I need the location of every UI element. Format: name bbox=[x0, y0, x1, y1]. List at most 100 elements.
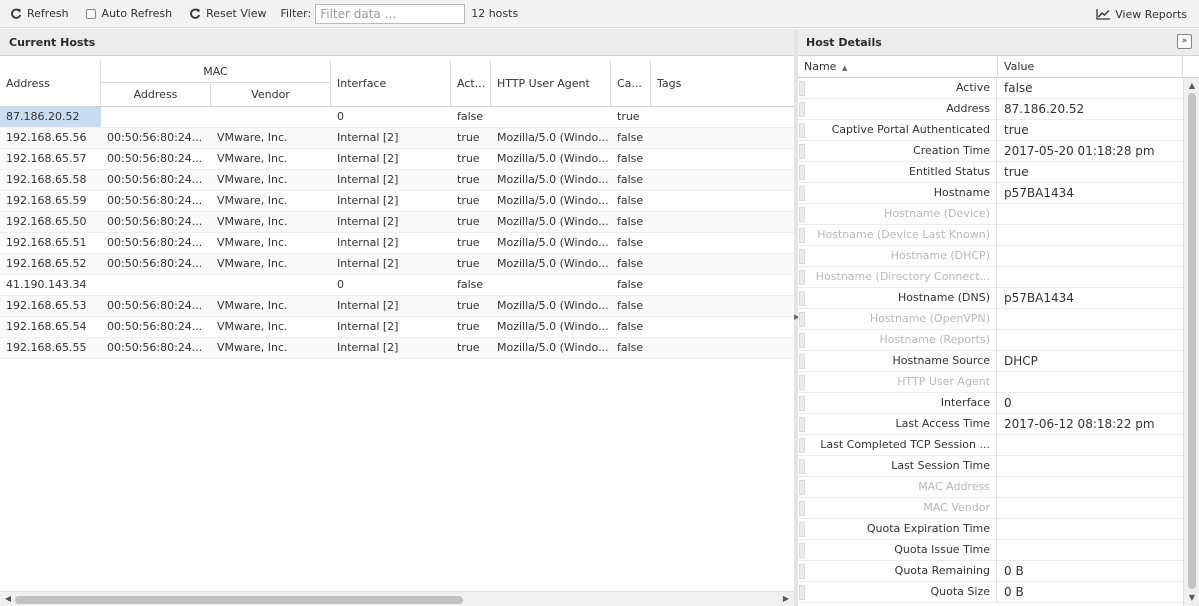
auto-refresh-checkbox[interactable] bbox=[85, 8, 96, 19]
property-row[interactable]: Hostname (Device Last Known) bbox=[798, 225, 1183, 246]
table-row[interactable]: 192.168.65.57 00:50:56:80:24... VMware, In… bbox=[0, 149, 794, 170]
table-row[interactable]: 41.190.143.34 0 false false bbox=[0, 275, 794, 296]
property-row[interactable]: Active false bbox=[798, 78, 1183, 99]
property-row[interactable]: Quota Issue Time bbox=[798, 540, 1183, 561]
property-name: Hostname (Reports) bbox=[806, 330, 997, 350]
row-marker bbox=[799, 417, 805, 432]
view-reports-label: View Reports bbox=[1115, 7, 1187, 21]
property-row[interactable]: MAC Address bbox=[798, 477, 1183, 498]
property-row[interactable]: Last Access Time 2017-06-12 08:18:22 pm bbox=[798, 414, 1183, 435]
row-marker bbox=[799, 312, 805, 327]
horizontal-scrollbar[interactable]: ◀ ▶ bbox=[0, 591, 794, 606]
property-row[interactable]: Entitled Status true bbox=[798, 162, 1183, 183]
horizontal-scroll-thumb[interactable] bbox=[15, 596, 463, 604]
property-row[interactable]: Hostname (Directory Connect... bbox=[798, 267, 1183, 288]
property-row[interactable]: HTTP User Agent bbox=[798, 372, 1183, 393]
refresh-icon bbox=[9, 7, 23, 21]
col-mac-address[interactable]: Address bbox=[101, 83, 211, 106]
property-row[interactable]: Last Session Time bbox=[798, 456, 1183, 477]
current-hosts-panel: Current Hosts Address MAC Address Vendor… bbox=[0, 29, 794, 606]
cell-agent: Mozilla/5.0 (Windo... bbox=[497, 257, 609, 270]
col-http-user-agent[interactable]: HTTP User Agent bbox=[491, 60, 611, 106]
scroll-up-icon[interactable]: ▲ bbox=[1186, 80, 1198, 92]
cell-address: 87.186.20.52 bbox=[0, 107, 101, 127]
property-row[interactable]: Quota Size 0 B bbox=[798, 582, 1183, 603]
vertical-scroll-thumb[interactable] bbox=[1188, 93, 1196, 589]
table-row[interactable]: 192.168.65.53 00:50:56:80:24... VMware, In… bbox=[0, 296, 794, 317]
table-row[interactable]: 192.168.65.59 00:50:56:80:24... VMware, In… bbox=[0, 191, 794, 212]
row-marker bbox=[799, 396, 805, 411]
table-row[interactable]: 192.168.65.56 00:50:56:80:24... VMware, In… bbox=[0, 128, 794, 149]
cell-captive: false bbox=[617, 131, 644, 144]
scroll-right-icon[interactable]: ▶ bbox=[780, 593, 792, 605]
property-row[interactable]: MAC Vendor bbox=[798, 498, 1183, 519]
property-row[interactable]: Hostname (DNS) p57BA1434 bbox=[798, 288, 1183, 309]
cell-address: 192.168.65.53 bbox=[6, 299, 87, 312]
property-name: Interface bbox=[806, 393, 997, 413]
col-value[interactable]: Value bbox=[998, 56, 1183, 77]
cell-agent: Mozilla/5.0 (Windo... bbox=[497, 341, 609, 354]
col-tags[interactable]: Tags bbox=[651, 60, 794, 106]
table-row[interactable]: 192.168.65.52 00:50:56:80:24... VMware, In… bbox=[0, 254, 794, 275]
double-chevron-right-icon: » bbox=[1181, 36, 1188, 46]
cell-active: true bbox=[457, 152, 480, 165]
col-captive[interactable]: Ca... bbox=[611, 60, 651, 106]
col-active[interactable]: Act... bbox=[451, 60, 491, 106]
property-row[interactable]: Last Completed TCP Session ... bbox=[798, 435, 1183, 456]
property-row[interactable]: Quota Remaining 0 B bbox=[798, 561, 1183, 582]
cell-captive: false bbox=[617, 278, 644, 291]
property-row[interactable]: Address 87.186.20.52 bbox=[798, 99, 1183, 120]
col-name-label: Name bbox=[804, 60, 837, 73]
col-name[interactable]: Name ▲ bbox=[798, 56, 998, 77]
cell-interface: Internal [2] bbox=[337, 257, 399, 270]
property-row[interactable]: Quota Expiration Time bbox=[798, 519, 1183, 540]
cell-vendor bbox=[211, 275, 331, 295]
filter-input[interactable] bbox=[315, 3, 466, 24]
view-reports-button[interactable]: View Reports bbox=[1095, 0, 1187, 28]
property-name: MAC Address bbox=[806, 477, 997, 497]
table-row[interactable]: 87.186.20.52 0 false true bbox=[0, 107, 794, 128]
property-row[interactable]: Hostname (DHCP) bbox=[798, 246, 1183, 267]
property-row[interactable]: Captive Portal Authenticated true bbox=[798, 120, 1183, 141]
table-row[interactable]: 192.168.65.51 00:50:56:80:24... VMware, In… bbox=[0, 233, 794, 254]
property-row[interactable]: Hostname Source DHCP bbox=[798, 351, 1183, 372]
col-mac-vendor[interactable]: Vendor bbox=[211, 83, 331, 106]
property-row[interactable]: Hostname (OpenVPN) bbox=[798, 309, 1183, 330]
cell-agent: Mozilla/5.0 (Windo... bbox=[497, 194, 609, 207]
cell-mac: 00:50:56:80:24... bbox=[107, 131, 203, 144]
col-interface[interactable]: Interface bbox=[331, 60, 451, 106]
scroll-down-icon[interactable]: ▼ bbox=[1186, 592, 1198, 604]
scroll-left-icon[interactable]: ◀ bbox=[2, 593, 14, 605]
table-row[interactable]: 192.168.65.55 00:50:56:80:24... VMware, In… bbox=[0, 338, 794, 359]
cell-interface: Internal [2] bbox=[337, 341, 399, 354]
property-value: true bbox=[1004, 165, 1029, 179]
cell-agent bbox=[491, 107, 611, 127]
vertical-scrollbar[interactable]: ▲ ▼ bbox=[1183, 78, 1199, 606]
property-row[interactable]: Hostname (Reports) bbox=[798, 330, 1183, 351]
refresh-button[interactable]: Refresh bbox=[9, 0, 69, 28]
filter-label: Filter: bbox=[280, 7, 312, 20]
reset-view-button[interactable]: Reset View bbox=[188, 0, 266, 28]
table-row[interactable]: 192.168.65.58 00:50:56:80:24... VMware, In… bbox=[0, 170, 794, 191]
property-row[interactable]: Hostname p57BA1434 bbox=[798, 183, 1183, 204]
cell-mac: 00:50:56:80:24... bbox=[107, 152, 203, 165]
cell-active: true bbox=[457, 257, 480, 270]
property-row[interactable]: Interface 0 bbox=[798, 393, 1183, 414]
row-marker bbox=[799, 480, 805, 495]
property-row[interactable]: Hostname (Device) bbox=[798, 204, 1183, 225]
cell-interface: 0 bbox=[337, 110, 344, 123]
row-marker bbox=[799, 522, 805, 537]
cell-mac: 00:50:56:80:24... bbox=[107, 320, 203, 333]
table-row[interactable]: 192.168.65.54 00:50:56:80:24... VMware, In… bbox=[0, 317, 794, 338]
property-name: Address bbox=[806, 99, 997, 119]
property-row[interactable]: Creation Time 2017-05-20 01:18:28 pm bbox=[798, 141, 1183, 162]
table-row[interactable]: 192.168.65.50 00:50:56:80:24... VMware, In… bbox=[0, 212, 794, 233]
auto-refresh-toggle[interactable]: Auto Refresh bbox=[85, 0, 172, 28]
col-address[interactable]: Address bbox=[0, 60, 101, 106]
details-grid-header: Name ▲ Value bbox=[798, 56, 1199, 78]
collapse-panel-button[interactable]: » bbox=[1177, 34, 1192, 49]
row-marker bbox=[799, 291, 805, 306]
cell-active: true bbox=[457, 131, 480, 144]
details-grid-body: Active false Address 87.186.20.52 Captive Po… bbox=[798, 78, 1183, 603]
property-value: true bbox=[1004, 123, 1029, 137]
